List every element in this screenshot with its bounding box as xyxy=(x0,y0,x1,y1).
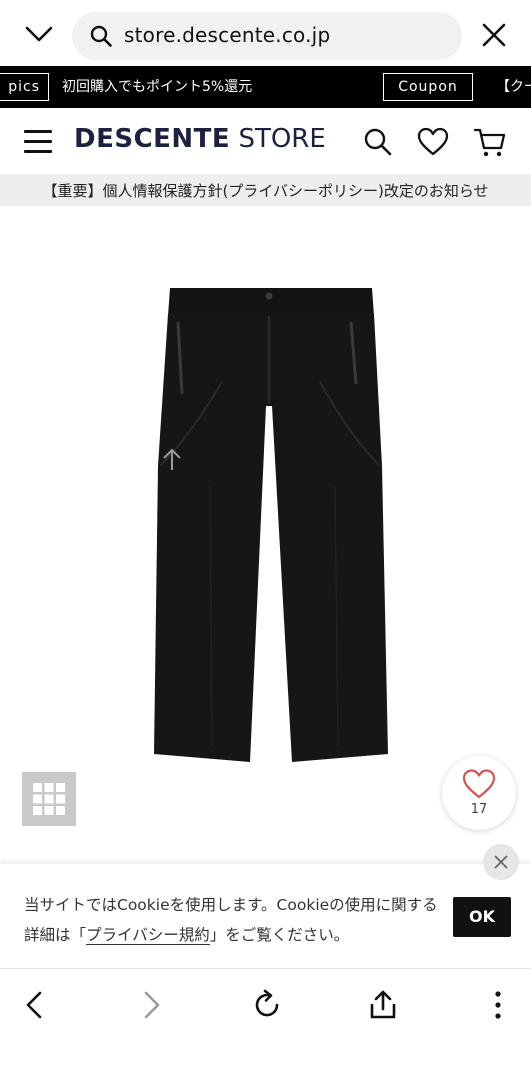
cookie-text-after: 」をご覧ください。 xyxy=(209,926,350,944)
ticker-message[interactable]: 初回購入でもポイント5%還元 xyxy=(62,76,252,96)
favorite-count: 17 xyxy=(470,802,488,817)
cart-icon[interactable] xyxy=(474,126,506,158)
black-pants-product-image xyxy=(154,288,388,762)
heart-icon[interactable] xyxy=(417,126,449,158)
chevron-down-icon[interactable] xyxy=(24,24,54,44)
browser-bottom-nav xyxy=(0,968,531,1080)
privacy-policy-link[interactable]: プライバシー規約 xyxy=(86,926,210,945)
cookie-banner: 当サイトではCookieを使用します。Cookieの使用に関する詳細は「プライバ… xyxy=(0,844,531,968)
more-icon[interactable] xyxy=(482,989,514,1021)
ticker-message-next[interactable]: 【クー xyxy=(496,76,531,96)
promo-ticker: pics 初回購入でもポイント5%還元 Coupon 【クー xyxy=(0,66,531,108)
url-field[interactable]: store.descente.co.jp xyxy=(72,12,462,60)
reload-icon[interactable] xyxy=(251,989,283,1021)
favorite-button[interactable]: 17 xyxy=(442,756,516,830)
url-text: store.descente.co.jp xyxy=(124,23,331,47)
close-icon[interactable] xyxy=(482,23,506,47)
product-gallery[interactable]: 17 xyxy=(0,206,531,860)
back-icon[interactable] xyxy=(20,989,52,1021)
privacy-notice-text: 【重要】個人情報保護方針(プライバシーポリシー)改定のお知らせ xyxy=(42,182,489,200)
menu-icon[interactable] xyxy=(24,128,52,154)
privacy-notice-bar[interactable]: 【重要】個人情報保護方針(プライバシーポリシー)改定のお知らせ xyxy=(0,174,531,206)
cookie-ok-button[interactable]: OK xyxy=(453,897,511,937)
store-logo[interactable]: DESCENTE STORE xyxy=(74,124,326,154)
close-icon xyxy=(494,855,508,869)
search-icon[interactable] xyxy=(362,126,394,158)
coupon-pill[interactable]: Coupon xyxy=(383,73,473,101)
grid-icon xyxy=(33,783,65,815)
store-header: DESCENTE STORE xyxy=(0,108,531,174)
heart-icon xyxy=(462,769,496,799)
browser-url-bar: store.descente.co.jp xyxy=(0,0,531,66)
cookie-close-button[interactable] xyxy=(483,844,519,880)
forward-icon[interactable] xyxy=(134,989,166,1021)
logo-store: STORE xyxy=(238,124,326,154)
share-icon[interactable] xyxy=(367,989,399,1021)
search-icon xyxy=(90,25,112,47)
logo-brand: DESCENTE xyxy=(74,124,231,154)
gallery-grid-button[interactable] xyxy=(22,772,76,826)
cookie-message: 当サイトではCookieを使用します。Cookieの使用に関する詳細は「プライバ… xyxy=(24,890,444,950)
ticker-topics-pill[interactable]: pics xyxy=(0,73,49,101)
